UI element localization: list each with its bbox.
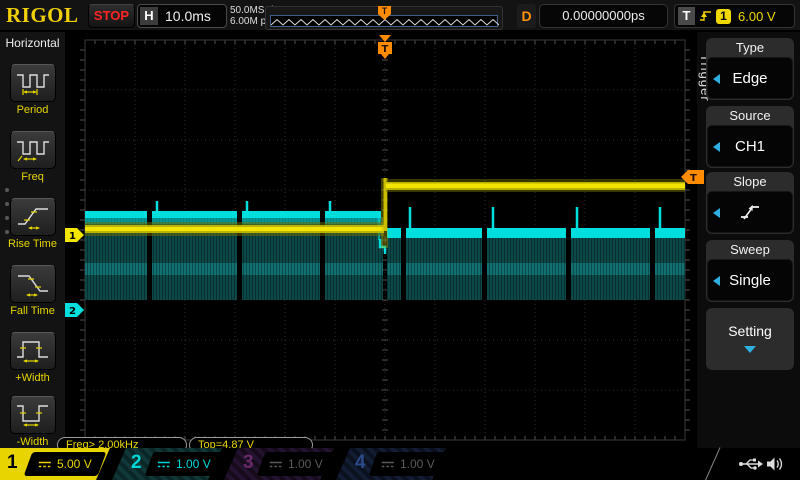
channel-3-scale: 1.00 V bbox=[257, 452, 336, 476]
svg-text:T: T bbox=[382, 44, 389, 55]
menu-page-dot bbox=[5, 230, 9, 234]
rigol-logo: RIGOL bbox=[6, 3, 79, 28]
menu-item-plus-width[interactable]: +Width bbox=[0, 332, 65, 384]
chevron-left-icon bbox=[713, 74, 720, 84]
type-value[interactable]: Edge bbox=[707, 57, 793, 99]
chevron-left-icon bbox=[713, 276, 720, 286]
waveform-preview-strip[interactable]: T bbox=[265, 6, 503, 30]
slope-value[interactable] bbox=[707, 191, 793, 233]
source-value[interactable]: CH1 bbox=[707, 125, 793, 167]
usb-icon bbox=[738, 456, 764, 472]
delay-badge: D bbox=[517, 4, 536, 28]
svg-text:2: 2 bbox=[69, 306, 76, 317]
sweep-value[interactable]: Single bbox=[707, 259, 793, 301]
channel-2-indicator[interactable]: 2 1.00 V bbox=[112, 448, 222, 480]
period-icon bbox=[10, 64, 56, 102]
rise-time-icon bbox=[10, 198, 56, 236]
trigger-level-value: 6.00 V bbox=[738, 9, 776, 24]
channel-2-scale: 1.00 V bbox=[145, 452, 224, 476]
horizontal-timebase[interactable]: H 10.0ms bbox=[137, 4, 227, 28]
run-state-button[interactable]: STOP bbox=[88, 4, 135, 28]
menu-item-minus-width[interactable]: -Width bbox=[0, 396, 65, 448]
top-bar: RIGOL STOP H 10.0ms 50.0MSa/s 6.00M pts … bbox=[0, 0, 800, 32]
dc-coupling-icon bbox=[381, 460, 395, 469]
rising-edge-icon bbox=[738, 202, 762, 222]
left-menu-title: Horizontal bbox=[0, 36, 65, 50]
menu-page-dot bbox=[5, 216, 9, 220]
menu-page-dot bbox=[5, 188, 9, 192]
channel-1-indicator[interactable]: 1 5.00 V bbox=[0, 448, 110, 480]
channel-status-bar: 1 5.00 V 2 1.00 V 3 bbox=[0, 448, 800, 480]
menu-group-type[interactable]: Type Edge bbox=[706, 38, 794, 100]
chevron-left-icon bbox=[713, 142, 720, 152]
status-separator bbox=[705, 447, 721, 480]
svg-text:T: T bbox=[690, 173, 697, 184]
menu-page-dot bbox=[5, 202, 9, 206]
menu-item-fall-time[interactable]: Fall Time bbox=[0, 265, 65, 317]
trigger-readout[interactable]: T 1 6.00 V bbox=[674, 4, 795, 28]
dc-coupling-icon bbox=[38, 460, 52, 469]
menu-item-rise-time[interactable]: Rise Time bbox=[0, 198, 65, 250]
chevron-down-icon bbox=[744, 346, 756, 353]
minus-width-icon bbox=[10, 396, 56, 434]
t-badge: T bbox=[678, 7, 695, 25]
menu-group-sweep[interactable]: Sweep Single bbox=[706, 240, 794, 302]
channel-3-indicator[interactable]: 3 1.00 V bbox=[224, 448, 334, 480]
menu-item-freq[interactable]: Freq bbox=[0, 131, 65, 183]
oscilloscope-screen: RIGOL STOP H 10.0ms 50.0MSa/s 6.00M pts … bbox=[0, 0, 800, 480]
graticule-and-waveforms: 1 2 T T bbox=[65, 32, 697, 448]
timebase-value: 10.0ms bbox=[165, 8, 211, 24]
channel-4-indicator[interactable]: 4 1.00 V bbox=[336, 448, 446, 480]
h-badge: H bbox=[140, 7, 158, 25]
menu-group-setting[interactable]: Setting bbox=[706, 308, 794, 370]
rising-edge-icon bbox=[699, 9, 712, 23]
delay-value[interactable]: 0.00000000ps bbox=[539, 4, 668, 28]
beeper-icon bbox=[766, 456, 785, 472]
trigger-menu: Trigger Type Edge Source CH1 Slope bbox=[697, 32, 800, 448]
scope-display: 12TT Freq> 2.00kHz Top=4.87 V bbox=[65, 32, 697, 448]
menu-item-period[interactable]: Period bbox=[0, 64, 65, 116]
menu-group-source[interactable]: Source CH1 bbox=[706, 106, 794, 168]
menu-group-slope[interactable]: Slope bbox=[706, 172, 794, 234]
dc-coupling-icon bbox=[157, 460, 171, 469]
chevron-left-icon bbox=[713, 208, 720, 218]
trigger-source-badge: 1 bbox=[716, 9, 731, 24]
dc-coupling-icon bbox=[269, 460, 283, 469]
plus-width-icon bbox=[10, 332, 56, 370]
fall-time-icon bbox=[10, 265, 56, 303]
svg-text:1: 1 bbox=[69, 231, 76, 242]
channel-4-scale: 1.00 V bbox=[369, 452, 448, 476]
freq-icon bbox=[10, 131, 56, 169]
left-menu-horizontal: Horizontal Period bbox=[0, 32, 65, 448]
channel-1-scale: 5.00 V bbox=[24, 452, 107, 476]
